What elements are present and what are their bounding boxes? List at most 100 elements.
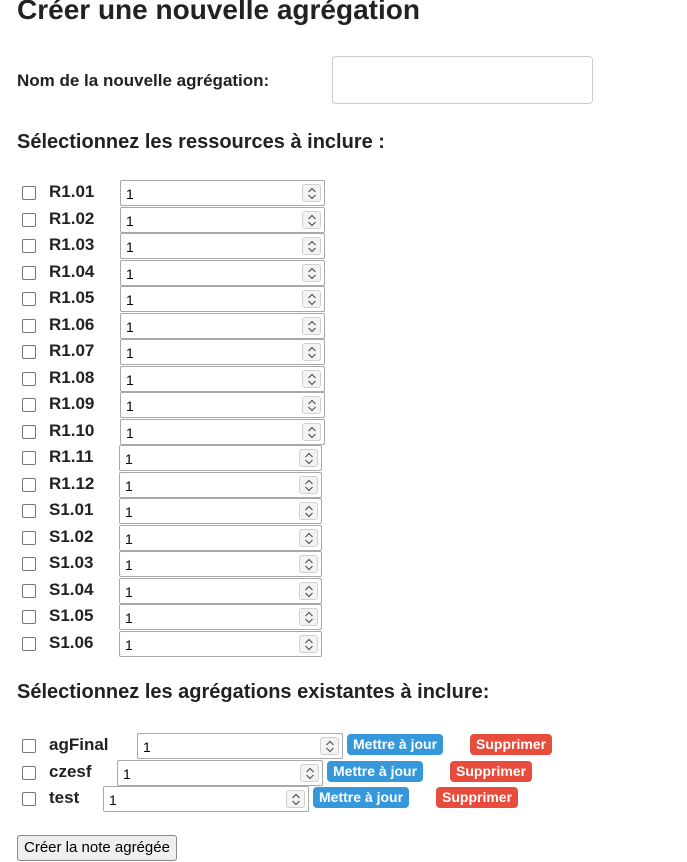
- resource-coefficient-input[interactable]: 1: [120, 286, 325, 312]
- aggregation-checkbox[interactable]: [22, 765, 36, 780]
- resource-code: R1.07: [49, 341, 95, 360]
- resource-coefficient-input[interactable]: 1: [120, 418, 325, 445]
- resource-coefficient-input[interactable]: 1: [119, 604, 322, 630]
- resource-checkbox[interactable]: [22, 186, 36, 200]
- resource-checkbox[interactable]: [22, 371, 36, 386]
- update-aggregation-button[interactable]: Mettre à jour: [327, 760, 424, 782]
- stepper-arrows-icon[interactable]: [302, 290, 321, 308]
- aggregation-name-input[interactable]: [332, 56, 593, 104]
- stepper-arrows-icon[interactable]: [302, 263, 321, 282]
- delete-aggregation-button[interactable]: Supprimer: [436, 787, 519, 808]
- resource-checkbox[interactable]: [22, 424, 36, 439]
- resource-code: R1.12: [49, 473, 95, 493]
- resource-coefficient-input[interactable]: 1: [119, 471, 322, 498]
- resource-checkbox[interactable]: [22, 530, 36, 545]
- aggregation-name: czesf: [49, 761, 92, 781]
- resource-checkbox[interactable]: [22, 583, 36, 598]
- coefficient-value: 1: [125, 610, 133, 626]
- resource-checkbox[interactable]: [22, 345, 36, 359]
- stepper-arrows-icon[interactable]: [299, 581, 318, 600]
- coefficient-value: 1: [126, 186, 134, 202]
- resource-coefficient-input[interactable]: 1: [120, 259, 325, 286]
- resource-code: S1.04: [49, 579, 94, 599]
- resource-checkbox[interactable]: [22, 318, 36, 333]
- update-aggregation-button[interactable]: Mettre à jour: [313, 787, 410, 808]
- coefficient-value: 1: [126, 292, 134, 308]
- stepper-arrows-icon[interactable]: [286, 790, 305, 808]
- resource-coefficient-input[interactable]: 1: [120, 365, 325, 392]
- coefficient-value: 1: [126, 345, 134, 361]
- resource-code: S1.02: [49, 526, 94, 546]
- stepper-arrows-icon[interactable]: [302, 184, 321, 202]
- resource-checkbox[interactable]: [22, 557, 36, 571]
- resource-coefficient-input[interactable]: 1: [119, 498, 322, 524]
- create-aggregated-note-button[interactable]: Créer la note agrégée: [17, 835, 177, 861]
- aggregation-coefficient-input[interactable]: 1: [117, 759, 323, 786]
- aggregation-checkbox[interactable]: [22, 792, 36, 806]
- resource-checkbox[interactable]: [22, 239, 36, 253]
- resource-checkbox[interactable]: [22, 504, 36, 518]
- resource-coefficient-input[interactable]: 1: [119, 630, 322, 657]
- resource-coefficient-input[interactable]: 1: [120, 180, 325, 206]
- resource-checkbox[interactable]: [22, 212, 36, 227]
- resource-code: R1.08: [49, 367, 95, 387]
- resources-heading: Sélectionnez les ressources à inclure :: [17, 131, 385, 153]
- stepper-arrows-icon[interactable]: [299, 502, 318, 520]
- stepper-arrows-icon[interactable]: [299, 555, 318, 573]
- stepper-arrows-icon[interactable]: [302, 316, 321, 335]
- resource-checkbox[interactable]: [22, 398, 36, 412]
- resource-checkbox[interactable]: [22, 451, 36, 465]
- coefficient-value: 1: [125, 636, 133, 653]
- stepper-arrows-icon[interactable]: [302, 422, 321, 441]
- aggregation-checkbox[interactable]: [22, 739, 36, 753]
- aggregations-heading: Sélectionnez les agrégations existantes …: [17, 681, 490, 703]
- resource-code: S1.03: [49, 553, 94, 572]
- coefficient-value: 1: [125, 477, 133, 494]
- resource-code: R1.09: [49, 394, 95, 413]
- aggregation-name: agFinal: [49, 735, 109, 754]
- resource-coefficient-input[interactable]: 1: [120, 233, 325, 259]
- resource-coefficient-input[interactable]: 1: [120, 339, 325, 365]
- stepper-arrows-icon[interactable]: [299, 608, 318, 626]
- resource-code: R1.01: [49, 182, 95, 201]
- aggregation-coefficient-input[interactable]: 1: [103, 786, 309, 812]
- resource-code: R1.03: [49, 235, 95, 254]
- resource-coefficient-input[interactable]: 1: [119, 524, 322, 551]
- resource-code: R1.11: [49, 447, 94, 466]
- resource-code: S1.06: [49, 632, 94, 652]
- resource-checkbox[interactable]: [22, 636, 36, 651]
- coefficient-value: 1: [126, 371, 134, 388]
- resource-code: R1.06: [49, 314, 95, 334]
- page-title: Créer une nouvelle agrégation: [17, 0, 420, 25]
- resource-coefficient-input[interactable]: 1: [119, 551, 322, 577]
- coefficient-value: 1: [126, 239, 134, 255]
- resource-coefficient-input[interactable]: 1: [120, 312, 325, 339]
- coefficient-value: 1: [125, 583, 133, 600]
- stepper-arrows-icon[interactable]: [299, 634, 318, 653]
- resource-coefficient-input[interactable]: 1: [120, 392, 325, 418]
- resource-code: S1.01: [49, 500, 94, 519]
- stepper-arrows-icon[interactable]: [299, 475, 318, 494]
- stepper-arrows-icon[interactable]: [302, 343, 321, 361]
- stepper-arrows-icon[interactable]: [299, 449, 318, 467]
- delete-aggregation-button[interactable]: Supprimer: [470, 734, 553, 755]
- resource-coefficient-input[interactable]: 1: [120, 206, 325, 233]
- update-aggregation-button[interactable]: Mettre à jour: [347, 734, 444, 755]
- resource-checkbox[interactable]: [22, 610, 36, 624]
- resource-checkbox[interactable]: [22, 477, 36, 492]
- stepper-arrows-icon[interactable]: [302, 396, 321, 414]
- stepper-arrows-icon[interactable]: [302, 369, 321, 388]
- resource-code: S1.05: [49, 606, 94, 625]
- delete-aggregation-button[interactable]: Supprimer: [450, 760, 533, 782]
- resource-checkbox[interactable]: [22, 265, 36, 280]
- stepper-arrows-icon[interactable]: [302, 210, 321, 229]
- stepper-arrows-icon[interactable]: [299, 528, 318, 547]
- resource-coefficient-input[interactable]: 1: [119, 445, 322, 471]
- stepper-arrows-icon[interactable]: [320, 737, 339, 755]
- stepper-arrows-icon[interactable]: [302, 237, 321, 255]
- coefficient-value: 1: [126, 318, 134, 335]
- aggregation-coefficient-input[interactable]: 1: [137, 733, 343, 759]
- resource-coefficient-input[interactable]: 1: [119, 577, 322, 604]
- resource-checkbox[interactable]: [22, 292, 36, 306]
- stepper-arrows-icon[interactable]: [300, 763, 319, 782]
